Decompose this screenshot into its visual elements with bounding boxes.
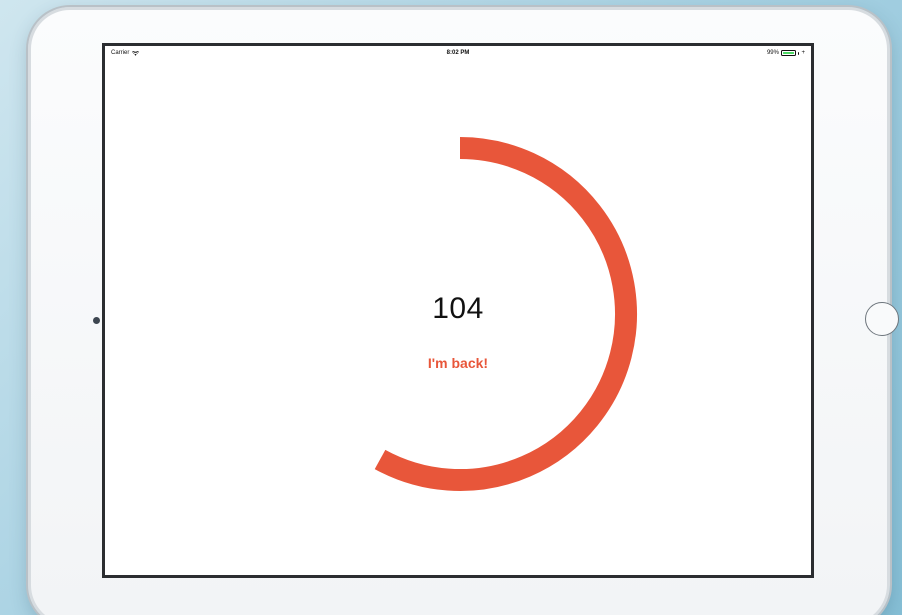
counter-value: 104 [432,292,484,325]
home-button[interactable] [865,302,899,336]
camera-icon [93,317,100,324]
app-screen: Carrier 8:02 PM 99% + 104 I'm back! [102,43,814,578]
status-message: I'm back! [427,355,489,371]
